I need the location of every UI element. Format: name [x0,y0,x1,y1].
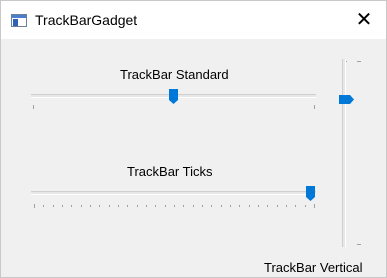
trackbar-tick-mark [202,205,203,207]
trackbar-ticks-label: TrackBar Ticks [127,164,213,179]
trackbar-tick-mark [99,205,100,207]
trackbar-vertical-label: TrackBar Vertical [264,260,363,275]
trackbar-tick-mark [258,205,259,207]
trackbar-tick-mark [174,205,175,207]
trackbar-tick-mark [286,205,287,207]
trackbar-tick-mark [146,205,147,207]
trackbar-tick-mark [267,205,268,207]
trackbar-tick-mark [81,205,82,207]
trackbar-tick-mark [230,205,231,207]
trackbar-tick-mark [193,205,194,207]
trackbar-tick-mark [239,205,240,207]
trackbar-standard-thumb[interactable] [169,89,178,104]
trackbar-tick-mark [295,205,296,207]
trackbar-tick-mark [277,205,278,207]
trackbar-tick-mark [249,205,250,207]
trackbar-tick-mark [137,205,138,207]
trackbar-tick-mark [127,205,128,207]
trackbar-tick-mark [211,205,212,207]
title-bar[interactable]: TrackBarGadget ✕ [1,1,386,39]
trackbar-standard-label: TrackBar Standard [120,67,229,82]
close-button[interactable]: ✕ [342,1,386,39]
window-app-icon [11,14,27,27]
trackbar-ticks-thumb[interactable] [306,186,315,201]
window-title: TrackBarGadget [35,12,138,28]
trackbar-standard-tick-start [33,105,34,109]
trackbar-tick-mark [43,205,44,207]
trackbar-standard-tick-end [314,105,315,109]
trackbar-tick-mark [34,204,35,208]
trackbar-tick-mark [90,205,91,207]
trackbar-tick-mark [71,205,72,207]
trackbar-tick-mark [305,205,306,207]
trackbar-vertical-thumb[interactable] [339,95,354,104]
trackbar-tick-mark [155,205,156,207]
trackbar-vertical-tick-top-right [357,61,361,62]
trackbar-tick-mark [314,204,315,208]
trackbar-vertical-tick-bottom [357,244,361,245]
trackbar-tick-mark [165,205,166,207]
trackbar-vertical-track[interactable] [342,59,346,247]
trackbar-tick-mark [109,205,110,207]
trackbar-tick-mark [221,205,222,207]
trackbar-tick-mark [118,205,119,207]
trackbar-tick-mark [62,205,63,207]
trackbar-tick-mark [53,205,54,207]
trackbar-window: TrackBarGadget ✕ TrackBar Standard Track… [0,0,387,278]
trackbar-tick-mark [183,205,184,207]
close-icon: ✕ [355,9,373,31]
trackbar-ticks-track[interactable] [31,191,316,195]
